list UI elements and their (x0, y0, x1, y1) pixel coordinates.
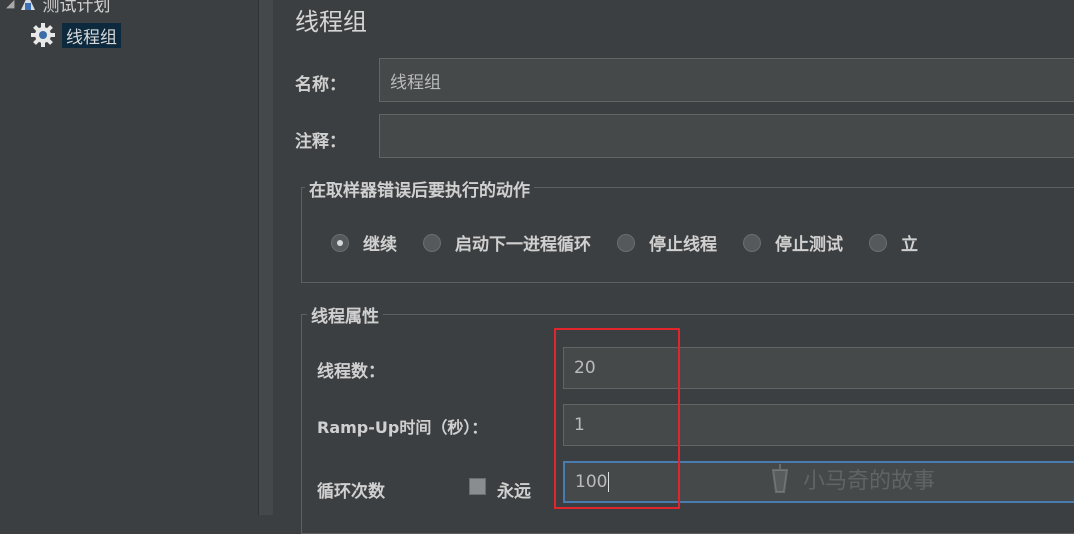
radio-stop-thread[interactable]: 停止线程 (617, 230, 717, 255)
tree-item-test-plan[interactable]: ◢ 测试计划 (6, 0, 114, 16)
test-plan-icon (21, 0, 36, 10)
thread-properties-title: 线程属性 (307, 302, 383, 327)
radio-continue[interactable]: 继续 (331, 230, 397, 255)
tree-item-thread-group[interactable]: 线程组 (30, 22, 121, 48)
error-action-options: 继续 启动下一进程循环 停止线程 停止测试 立 (331, 230, 944, 255)
comment-label: 注释： (295, 132, 346, 152)
radio-label: 启动下一进程循环 (455, 235, 591, 255)
comment-input[interactable] (379, 114, 1074, 158)
radio-label: 停止线程 (649, 235, 717, 255)
split-pane-divider[interactable] (258, 0, 274, 515)
threads-label: 线程数： (317, 362, 385, 382)
page-title: 线程组 (295, 8, 367, 36)
radio-stop-test-now[interactable]: 立 (869, 230, 918, 255)
collapse-arrow-icon[interactable]: ◢ (6, 0, 14, 10)
gear-icon (31, 23, 55, 47)
radio-label: 立 (901, 235, 918, 255)
radio-unselected-icon (743, 233, 761, 252)
radio-unselected-icon (423, 233, 441, 252)
name-label: 名称： (295, 75, 346, 95)
watermark-text: 小马奇的故事 (803, 469, 936, 494)
radio-unselected-icon (869, 233, 887, 252)
tree-item-thread-group-label: 线程组 (62, 22, 121, 48)
radio-selected-icon (331, 233, 349, 252)
tree-item-test-plan-label: 测试计划 (42, 0, 111, 16)
forever-checkbox[interactable] (469, 478, 486, 495)
watermark: 小马奇的故事 (767, 462, 935, 496)
forever-label: 永远 (497, 482, 531, 502)
loop-label: 循环次数 (317, 482, 385, 502)
rampup-label: Ramp-Up时间（秒）： (317, 418, 488, 437)
test-plan-tree: ◢ 测试计划 线程组 (0, 0, 259, 515)
radio-unselected-icon (617, 233, 635, 252)
radio-label: 继续 (363, 235, 397, 255)
thread-group-panel: 线程组 名称： 线程组 注释： 在取样器错误后要执行的动作 继续 启动下一进程循… (273, 0, 1074, 534)
watermark-logo-icon (771, 464, 789, 493)
error-action-title: 在取样器错误后要执行的动作 (305, 176, 534, 201)
radio-stop-test[interactable]: 停止测试 (743, 230, 843, 255)
radio-start-next-loop[interactable]: 启动下一进程循环 (423, 230, 591, 255)
name-input[interactable]: 线程组 (379, 58, 1074, 102)
highlight-annotation-box (554, 328, 680, 509)
radio-label: 停止测试 (775, 235, 843, 255)
